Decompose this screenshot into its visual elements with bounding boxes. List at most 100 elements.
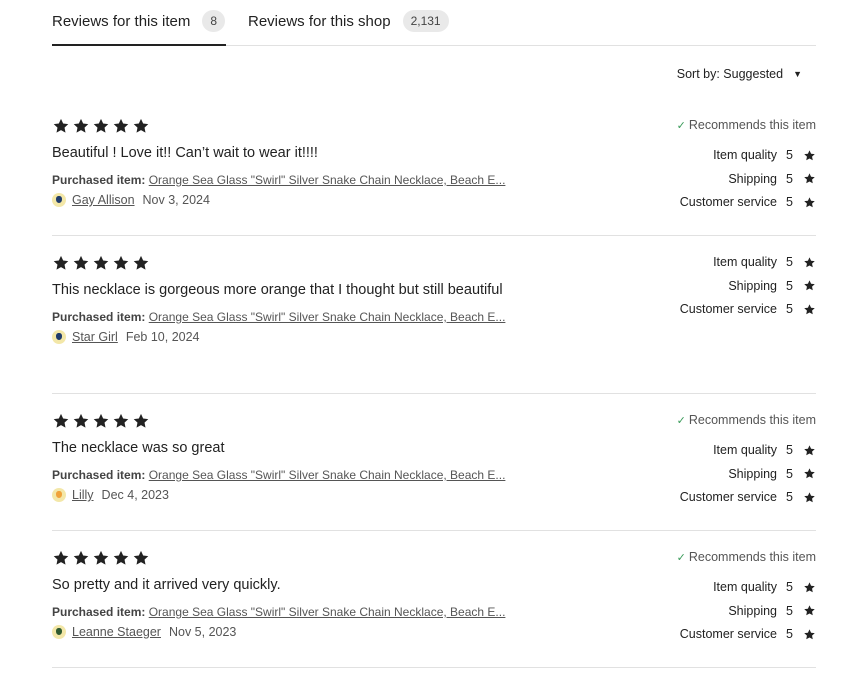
customer-service-rating: Customer service 5 bbox=[677, 626, 816, 642]
star-icon bbox=[803, 149, 816, 162]
avatar bbox=[52, 330, 66, 344]
star-icon bbox=[133, 118, 149, 133]
purchased-item-link[interactable]: Orange Sea Glass "Swirl" Silver Snake Ch… bbox=[149, 310, 506, 324]
star-icon bbox=[73, 255, 89, 270]
star-icon bbox=[804, 581, 815, 592]
rating-label: Item quality bbox=[713, 580, 777, 594]
recommends-badge: ✓ Recommends this item bbox=[677, 117, 816, 133]
rating-label: Customer service bbox=[679, 627, 777, 641]
avatar bbox=[52, 488, 66, 502]
active-tab-indicator bbox=[52, 44, 226, 46]
purchased-label: Purchased item: bbox=[52, 605, 146, 619]
rating-label: Shipping bbox=[728, 278, 777, 293]
star-icon bbox=[803, 279, 816, 292]
review-date: Feb 10, 2024 bbox=[125, 330, 200, 344]
check-icon: ✓ bbox=[676, 119, 686, 132]
item-quality-rating: Item quality 5 bbox=[677, 442, 816, 458]
star-icon bbox=[53, 255, 69, 270]
rating-value: 5 bbox=[786, 627, 793, 641]
customer-service-rating: Customer service 5 bbox=[677, 489, 816, 505]
star-icon bbox=[113, 550, 129, 565]
rating-value: 5 bbox=[786, 443, 793, 457]
star-icon bbox=[803, 172, 816, 185]
customer-service-rating: Customer service 5 bbox=[680, 301, 816, 317]
shipping-rating: Shipping 5 bbox=[680, 278, 816, 294]
star-icon bbox=[73, 550, 89, 565]
count-badge: 2,131 bbox=[402, 10, 449, 32]
rating-label: Customer service bbox=[679, 195, 777, 209]
shipping-rating: Shipping 5 bbox=[677, 171, 816, 187]
review-author: Star Girl Feb 10, 2024 bbox=[52, 330, 816, 344]
check-icon: ✓ bbox=[676, 551, 686, 564]
review-text: Beautiful ! Love it!! Can’t wait to wear… bbox=[52, 145, 318, 161]
tab-label: Reviews for this item bbox=[52, 12, 191, 30]
star-icon bbox=[133, 255, 149, 270]
star-icon bbox=[803, 256, 816, 269]
star-icon bbox=[93, 118, 109, 133]
review-ratings: Item quality 5 Shipping 5 Customer servi… bbox=[680, 254, 816, 325]
sort-label: Sort by: Suggested bbox=[676, 67, 784, 81]
review-ratings: ✓ Recommends this item Item quality 5 Sh… bbox=[677, 117, 816, 218]
rating-value: 5 bbox=[786, 490, 793, 504]
item-quality-rating: Item quality 5 bbox=[680, 254, 816, 270]
rating-label: Customer service bbox=[679, 490, 777, 504]
recommends-text: Recommends this item bbox=[688, 413, 816, 427]
rating-label: Shipping bbox=[728, 603, 777, 618]
purchased-label: Purchased item: bbox=[52, 468, 146, 482]
star-icon bbox=[803, 604, 816, 617]
star-icon bbox=[133, 413, 149, 428]
review-date: Nov 3, 2024 bbox=[142, 193, 210, 207]
rating-value: 5 bbox=[786, 148, 793, 162]
tab-reviews-for-shop[interactable]: Reviews for this shop 2,131 bbox=[248, 10, 449, 32]
star-icon bbox=[804, 173, 815, 184]
item-quality-rating: Item quality 5 bbox=[677, 147, 816, 163]
customer-service-rating: Customer service 5 bbox=[677, 194, 816, 210]
star-icon bbox=[804, 468, 815, 479]
star-icon bbox=[113, 255, 129, 270]
star-icon bbox=[804, 303, 815, 314]
rating-label: Item quality bbox=[713, 443, 777, 457]
star-icon bbox=[803, 196, 816, 209]
star-icon bbox=[93, 255, 109, 270]
review-text: The necklace was so great bbox=[52, 440, 225, 456]
purchased-label: Purchased item: bbox=[52, 310, 146, 324]
shipping-rating: Shipping 5 bbox=[677, 603, 816, 619]
star-icon bbox=[113, 118, 129, 133]
star-icon bbox=[803, 581, 816, 594]
star-icon bbox=[93, 413, 109, 428]
shipping-rating: Shipping 5 bbox=[677, 466, 816, 482]
author-name-link[interactable]: Lilly bbox=[72, 488, 94, 502]
review-text: So pretty and it arrived very quickly. bbox=[52, 577, 281, 593]
caret-down-icon: ▼ bbox=[793, 69, 802, 79]
rating-value: 5 bbox=[786, 466, 793, 481]
star-icon bbox=[803, 467, 816, 480]
star-icon bbox=[93, 550, 109, 565]
purchased-item-link[interactable]: Orange Sea Glass "Swirl" Silver Snake Ch… bbox=[149, 173, 506, 187]
star-icon bbox=[53, 118, 69, 133]
review-item: This necklace is gorgeous more orange th… bbox=[52, 254, 816, 394]
star-icon bbox=[73, 413, 89, 428]
purchased-item-link[interactable]: Orange Sea Glass "Swirl" Silver Snake Ch… bbox=[149, 468, 506, 482]
rating-value: 5 bbox=[786, 302, 793, 316]
star-icon bbox=[803, 491, 816, 504]
tab-reviews-for-item[interactable]: Reviews for this item 8 bbox=[52, 10, 226, 32]
author-name-link[interactable]: Leanne Staeger bbox=[72, 625, 161, 639]
star-icon bbox=[804, 196, 815, 207]
recommends-text: Recommends this item bbox=[688, 118, 816, 132]
review-date: Nov 5, 2023 bbox=[168, 625, 237, 639]
sort-dropdown[interactable]: Sort by: Suggested ▼ bbox=[677, 67, 802, 81]
star-icon bbox=[804, 256, 815, 267]
star-icon bbox=[803, 303, 816, 316]
author-name-link[interactable]: Gay Allison bbox=[72, 193, 135, 207]
rating-label: Item quality bbox=[713, 148, 777, 162]
review-ratings: ✓ Recommends this item Item quality 5 Sh… bbox=[677, 412, 816, 513]
author-name-link[interactable]: Star Girl bbox=[72, 330, 118, 344]
rating-value: 5 bbox=[786, 278, 793, 293]
purchased-item-link[interactable]: Orange Sea Glass "Swirl" Silver Snake Ch… bbox=[149, 605, 506, 619]
rating-label: Shipping bbox=[728, 171, 777, 186]
tab-label: Reviews for this shop bbox=[248, 12, 391, 30]
star-icon bbox=[804, 149, 815, 160]
star-icon bbox=[804, 491, 815, 502]
star-icon bbox=[53, 413, 69, 428]
rating-value: 5 bbox=[786, 195, 793, 209]
